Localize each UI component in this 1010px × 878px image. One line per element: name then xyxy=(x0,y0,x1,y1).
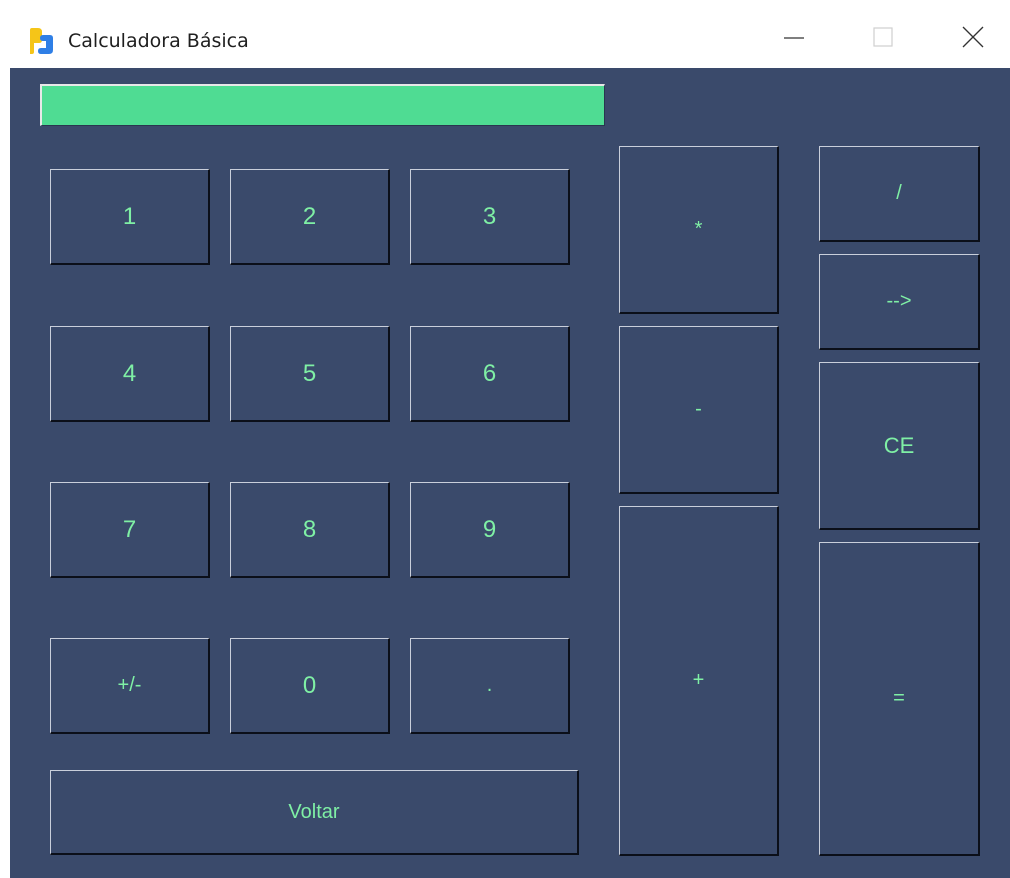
key-7[interactable]: 7 xyxy=(50,482,210,578)
minimize-button[interactable] xyxy=(762,16,822,60)
key-6[interactable]: 6 xyxy=(410,326,570,422)
key-4[interactable]: 4 xyxy=(50,326,210,422)
maximize-icon xyxy=(873,27,893,47)
key-multiply[interactable]: * xyxy=(619,146,779,314)
key-3[interactable]: 3 xyxy=(410,169,570,265)
key-2[interactable]: 2 xyxy=(230,169,390,265)
key-subtract[interactable]: - xyxy=(619,326,779,494)
minimize-icon xyxy=(784,37,804,39)
key-1[interactable]: 1 xyxy=(50,169,210,265)
key-0[interactable]: 0 xyxy=(230,638,390,734)
close-icon xyxy=(962,26,984,48)
back-button[interactable]: Voltar xyxy=(50,770,579,855)
maximize-button[interactable] xyxy=(852,16,912,60)
title-bar[interactable]: Calculadora Básica xyxy=(0,0,1010,68)
key-equals[interactable]: = xyxy=(819,542,980,856)
window-title: Calculadora Básica xyxy=(68,30,249,52)
key-add[interactable]: + xyxy=(619,506,779,856)
key-divide[interactable]: / xyxy=(819,146,980,242)
close-button[interactable] xyxy=(942,16,1002,60)
calculator-window: Calculadora Básica 1 2 3 4 5 6 7 8 9 +/-… xyxy=(0,0,1010,878)
app-logo-icon xyxy=(30,28,53,54)
display-field[interactable] xyxy=(40,84,605,126)
key-sign[interactable]: +/- xyxy=(50,638,210,734)
key-5[interactable]: 5 xyxy=(230,326,390,422)
key-9[interactable]: 9 xyxy=(410,482,570,578)
clear-entry-button[interactable]: CE xyxy=(819,362,980,530)
key-8[interactable]: 8 xyxy=(230,482,390,578)
key-decimal[interactable]: . xyxy=(410,638,570,734)
backspace-button[interactable]: --> xyxy=(819,254,980,350)
